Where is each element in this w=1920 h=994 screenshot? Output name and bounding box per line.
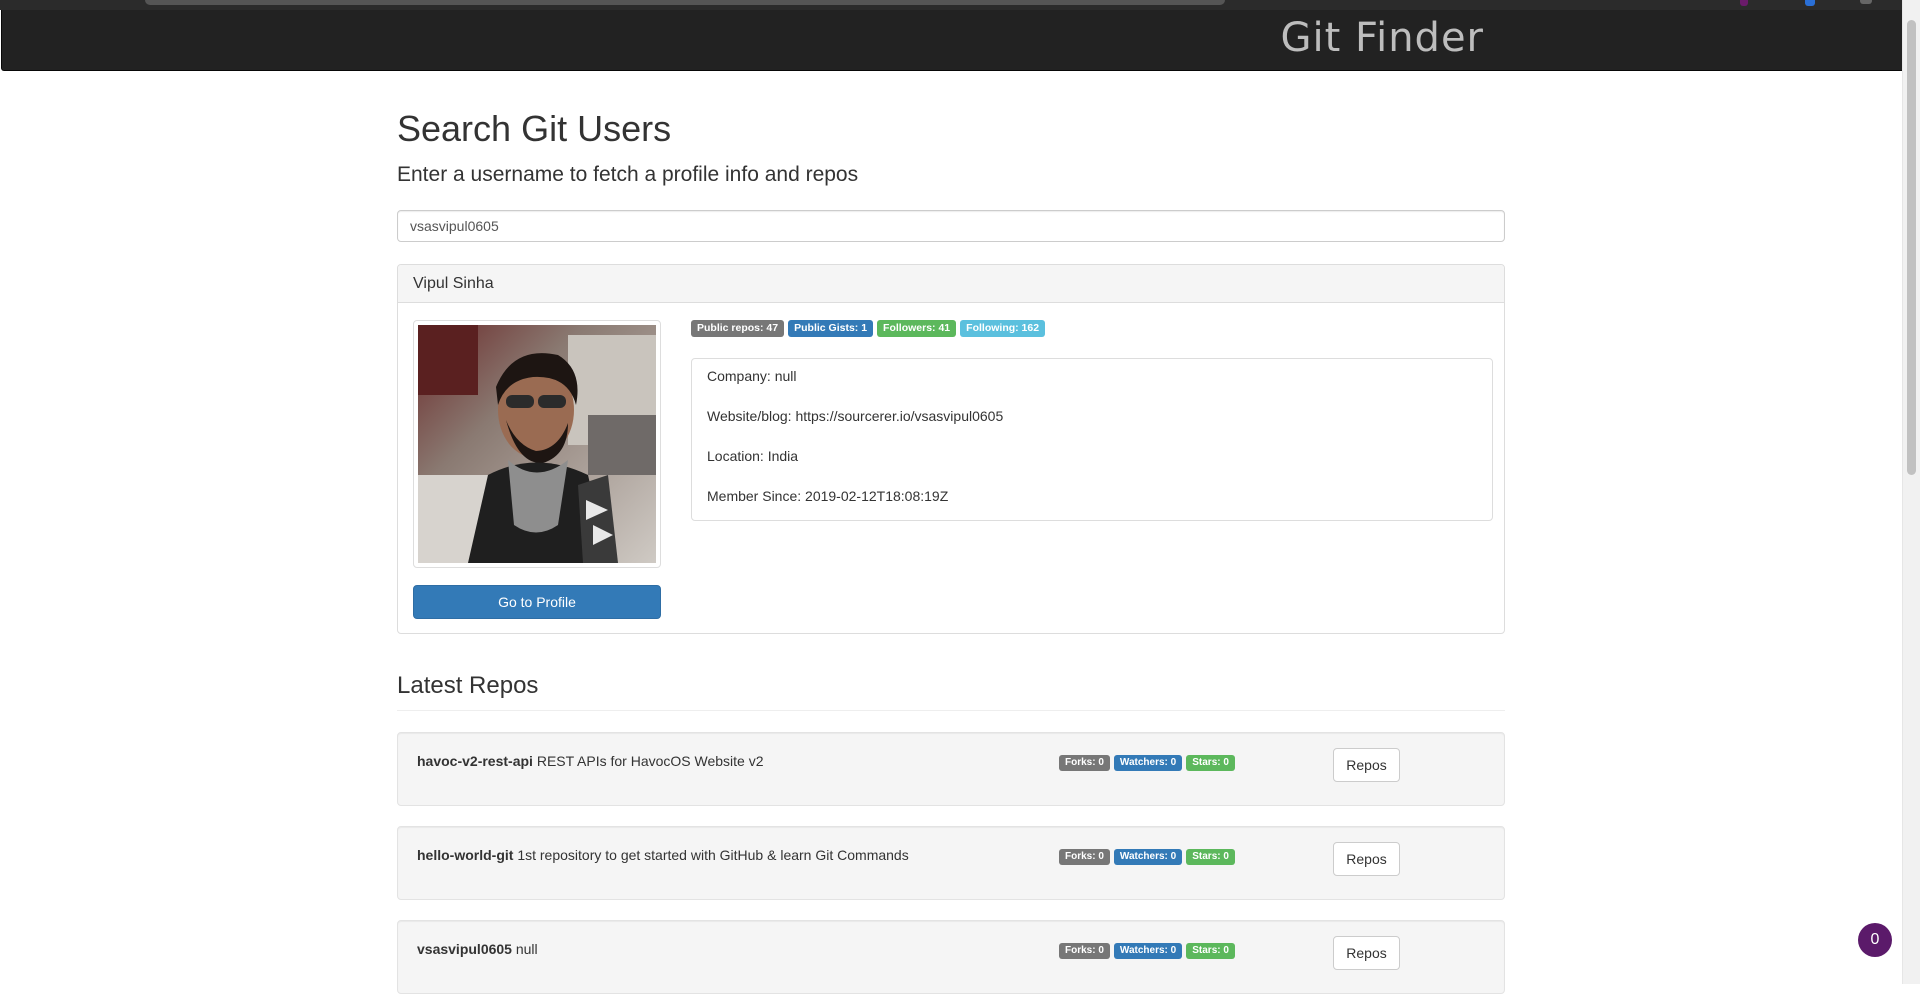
repos-button[interactable]: Repos (1333, 842, 1400, 876)
page-scrollbar[interactable] (1902, 0, 1920, 984)
page-title: Search Git Users (397, 108, 672, 149)
repo-description: REST APIs for HavocOS Website v2 (536, 753, 764, 769)
public-gists-badge: Public Gists: 1 (788, 320, 874, 337)
forks-badge: Forks: 0 (1059, 943, 1110, 959)
avatar-photo (418, 325, 656, 563)
browser-tab-bar[interactable] (145, 0, 1225, 5)
profile-badges: Public repos: 47 Public Gists: 1 Followe… (691, 320, 1046, 337)
company-info: Company: null (707, 368, 797, 384)
following-badge: Following: 162 (960, 320, 1046, 337)
watchers-badge: Watchers: 0 (1113, 849, 1183, 865)
member-since-info: Member Since: 2019-02-12T18:08:19Z (707, 488, 949, 504)
scrollbar-thumb[interactable] (1907, 20, 1916, 475)
stars-badge: Stars: 0 (1186, 755, 1235, 771)
repo-card: vsasvipul0605 null Forks: 0 Watchers: 0 … (397, 920, 1505, 994)
repo-card: hello-world-git 1st repository to get st… (397, 826, 1505, 900)
navbar-brand[interactable]: Git Finder (1280, 15, 1484, 61)
repo-description: 1st repository to get started with GitHu… (517, 847, 909, 863)
facebook-icon[interactable] (1805, 0, 1815, 6)
navbar: Git Finder (1, 10, 1905, 71)
browser-top-strip (0, 0, 1920, 10)
repo-name[interactable]: hello-world-git (417, 847, 513, 863)
repos-button[interactable]: Repos (1333, 748, 1400, 782)
profile-panel: Vipul Sinha Go to Profile Public repos: … (397, 264, 1505, 634)
avatar (413, 320, 661, 568)
page-subtitle: Enter a username to fetch a profile info… (397, 163, 859, 186)
profile-info-list: Company: null Website/blog: https://sour… (691, 358, 1493, 521)
search-input[interactable] (397, 210, 1505, 242)
repos-button[interactable]: Repos (1333, 936, 1400, 970)
stars-badge: Stars: 0 (1186, 849, 1235, 865)
repo-text: havoc-v2-rest-api REST APIs for HavocOS … (417, 753, 764, 769)
go-to-profile-button[interactable]: Go to Profile (413, 585, 661, 619)
repo-text: vsasvipul0605 null (417, 941, 538, 957)
repo-description: null (515, 941, 538, 957)
watchers-badge: Watchers: 0 (1113, 943, 1183, 959)
chat-widget-button[interactable]: 0 (1858, 923, 1892, 957)
website-info: Website/blog: https://sourcerer.io/vsasv… (707, 408, 1004, 424)
extension-icon[interactable] (1860, 0, 1872, 4)
repo-name[interactable]: vsasvipul0605 (417, 941, 512, 957)
repo-text: hello-world-git 1st repository to get st… (417, 847, 909, 863)
repo-name[interactable]: havoc-v2-rest-api (417, 753, 533, 769)
extension-icon[interactable] (1740, 0, 1748, 6)
repo-badges: Forks: 0 Watchers: 0 Stars: 0 (1059, 755, 1235, 771)
location-info: Location: India (707, 448, 799, 464)
watchers-badge: Watchers: 0 (1113, 755, 1183, 771)
repo-card: havoc-v2-rest-api REST APIs for HavocOS … (397, 732, 1505, 806)
followers-badge: Followers: 41 (877, 320, 957, 337)
stars-badge: Stars: 0 (1186, 943, 1235, 959)
forks-badge: Forks: 0 (1059, 849, 1110, 865)
repo-badges: Forks: 0 Watchers: 0 Stars: 0 (1059, 849, 1235, 865)
divider (397, 710, 1505, 711)
repo-badges: Forks: 0 Watchers: 0 Stars: 0 (1059, 943, 1235, 959)
latest-repos-title: Latest Repos (397, 672, 539, 699)
forks-badge: Forks: 0 (1059, 755, 1110, 771)
public-repos-badge: Public repos: 47 (691, 320, 785, 337)
profile-name: Vipul Sinha (398, 265, 1504, 303)
